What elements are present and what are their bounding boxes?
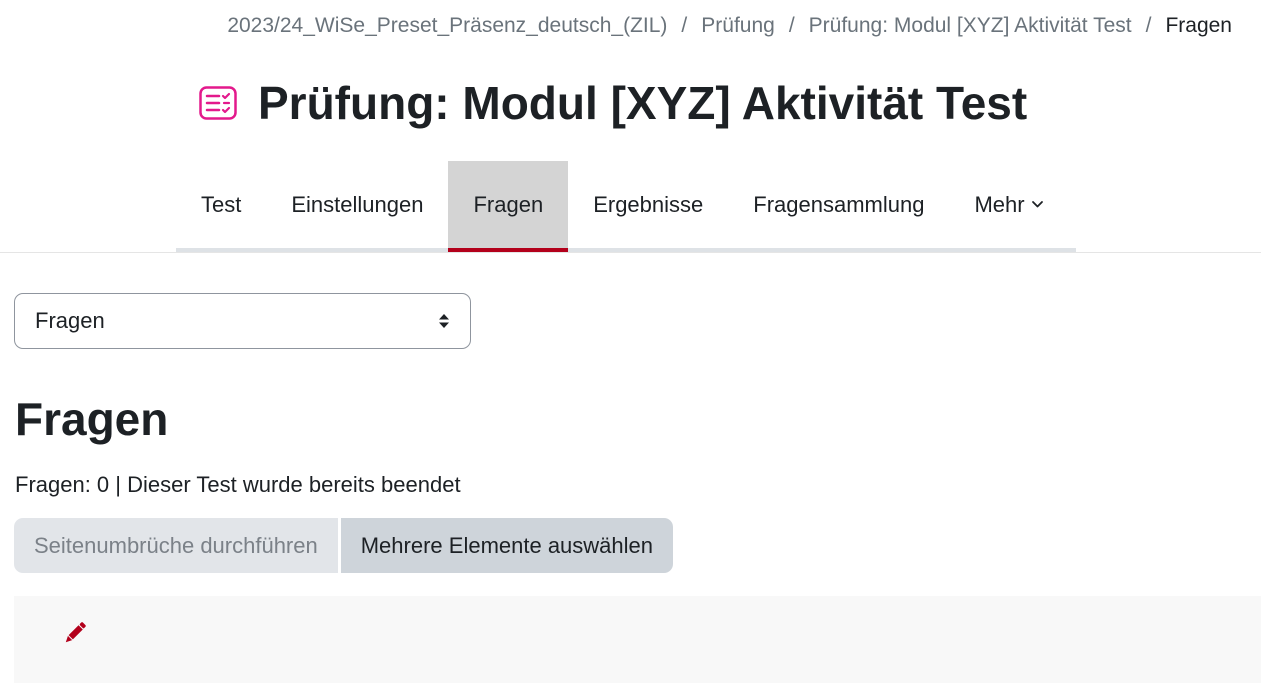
sort-updown-icon	[438, 312, 450, 330]
section-heading: Fragen	[15, 393, 169, 445]
tab-label: Fragensammlung	[753, 191, 925, 217]
breadcrumb-separator: /	[681, 14, 688, 37]
secondary-navigation: Test Einstellungen Fragen Ergebnisse Fra…	[176, 161, 1076, 252]
tab-fragen[interactable]: Fragen	[448, 161, 569, 252]
tab-label: Mehr	[974, 191, 1025, 217]
breadcrumb-item-course[interactable]: 2023/24_WiSe_Preset_Präsenz_deutsch_(ZIL…	[227, 14, 667, 38]
tab-ergebnisse[interactable]: Ergebnisse	[568, 161, 728, 248]
chevron-down-icon	[1031, 200, 1044, 209]
breadcrumb-item-section[interactable]: Prüfung	[701, 14, 775, 38]
button-group: Seitenumbrüche durchführen Mehrere Eleme…	[14, 518, 674, 573]
page-title: Prüfung: Modul [XYZ] Aktivität Test	[258, 77, 1028, 129]
tab-label: Test	[201, 191, 242, 217]
pencil-icon[interactable]	[62, 620, 88, 646]
quiz-icon	[198, 83, 238, 123]
divider	[0, 252, 1261, 253]
tab-label: Einstellungen	[291, 191, 424, 217]
navigation-select[interactable]: Fragen	[14, 293, 471, 349]
breadcrumb-item-activity[interactable]: Prüfung: Modul [XYZ] Aktivität Test	[809, 14, 1132, 38]
breadcrumb-item-current: Fragen	[1165, 14, 1232, 37]
tab-label: Ergebnisse	[593, 191, 704, 217]
breadcrumb-separator: /	[788, 14, 795, 37]
repaginate-button: Seitenumbrüche durchführen	[14, 518, 338, 573]
breadcrumb: 2023/24_WiSe_Preset_Präsenz_deutsch_(ZIL…	[227, 14, 1232, 38]
tab-test[interactable]: Test	[176, 161, 266, 248]
tab-einstellungen[interactable]: Einstellungen	[266, 161, 448, 248]
page-header: Prüfung: Modul [XYZ] Aktivität Test	[198, 76, 1027, 130]
breadcrumb-separator: /	[1145, 14, 1152, 37]
tab-label: Fragen	[473, 191, 544, 217]
tab-mehr[interactable]: Mehr	[949, 161, 1068, 248]
select-multiple-button[interactable]: Mehrere Elemente auswählen	[340, 518, 674, 573]
edit-panel	[14, 596, 1261, 683]
question-status-info: Fragen: 0 | Dieser Test wurde bereits be…	[15, 472, 461, 497]
select-value: Fragen	[35, 308, 105, 333]
tab-fragensammlung[interactable]: Fragensammlung	[728, 161, 949, 248]
